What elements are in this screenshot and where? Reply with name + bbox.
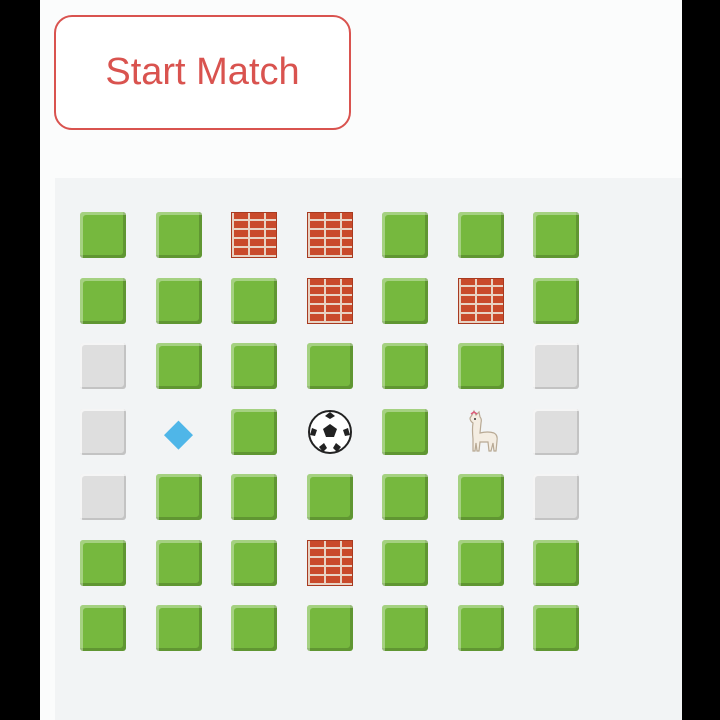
grass-tile[interactable]: [306, 343, 353, 389]
grass-tile[interactable]: [382, 408, 428, 455]
grass-tile[interactable]: [533, 212, 579, 258]
grass-tile[interactable]: [382, 212, 428, 258]
grass-tile[interactable]: [457, 605, 504, 651]
empty-tile[interactable]: [80, 408, 126, 455]
grass-tile[interactable]: [231, 343, 277, 389]
empty-tile[interactable]: [533, 474, 579, 520]
grass-tile[interactable]: [533, 539, 579, 586]
soccer-ball-icon: [307, 409, 352, 454]
grass-tile[interactable]: [457, 343, 504, 389]
grass-tile[interactable]: [382, 343, 428, 389]
grass-tile[interactable]: [155, 605, 202, 651]
grass-tile[interactable]: [155, 212, 202, 258]
grass-tile[interactable]: [382, 277, 428, 324]
grass-tile[interactable]: [457, 474, 504, 520]
soccer-ball-icon[interactable]: [307, 409, 353, 455]
brick-wall-tile[interactable]: [306, 277, 353, 324]
llama-icon: [468, 409, 498, 452]
grass-tile[interactable]: [155, 343, 202, 389]
empty-tile[interactable]: [533, 408, 579, 455]
empty-tile[interactable]: [533, 343, 579, 389]
brick-wall-tile[interactable]: [231, 212, 277, 258]
gem-icon: ◆: [163, 409, 194, 454]
brick-wall-tile[interactable]: [306, 212, 353, 258]
grass-tile[interactable]: [382, 605, 428, 651]
grass-tile[interactable]: [306, 474, 353, 520]
grass-tile[interactable]: [231, 408, 277, 455]
gem-icon[interactable]: ◆: [156, 409, 202, 455]
grass-tile[interactable]: [306, 605, 353, 651]
grass-tile[interactable]: [80, 605, 126, 651]
grass-tile[interactable]: [231, 605, 277, 651]
grass-tile[interactable]: [231, 539, 277, 586]
grass-tile[interactable]: [457, 212, 504, 258]
grass-tile[interactable]: [533, 605, 579, 651]
grass-tile[interactable]: [155, 539, 202, 586]
grass-tile[interactable]: [457, 539, 504, 586]
empty-tile[interactable]: [80, 474, 126, 520]
llama-icon[interactable]: [458, 409, 504, 455]
game-board: ◆: [55, 178, 682, 720]
brick-wall-tile[interactable]: [306, 539, 353, 586]
start-match-button[interactable]: Start Match: [54, 15, 351, 130]
grass-tile[interactable]: [80, 277, 126, 324]
grass-tile[interactable]: [80, 212, 126, 258]
grass-tile[interactable]: [231, 277, 277, 324]
grass-tile[interactable]: [80, 539, 126, 586]
game-page: Start Match ◆: [40, 0, 682, 720]
brick-wall-tile[interactable]: [457, 277, 504, 324]
grass-tile[interactable]: [382, 474, 428, 520]
grass-tile[interactable]: [155, 474, 202, 520]
empty-tile[interactable]: [80, 343, 126, 389]
grass-tile[interactable]: [155, 277, 202, 324]
grass-tile[interactable]: [382, 539, 428, 586]
grass-tile[interactable]: [231, 474, 277, 520]
grass-tile[interactable]: [533, 277, 579, 324]
